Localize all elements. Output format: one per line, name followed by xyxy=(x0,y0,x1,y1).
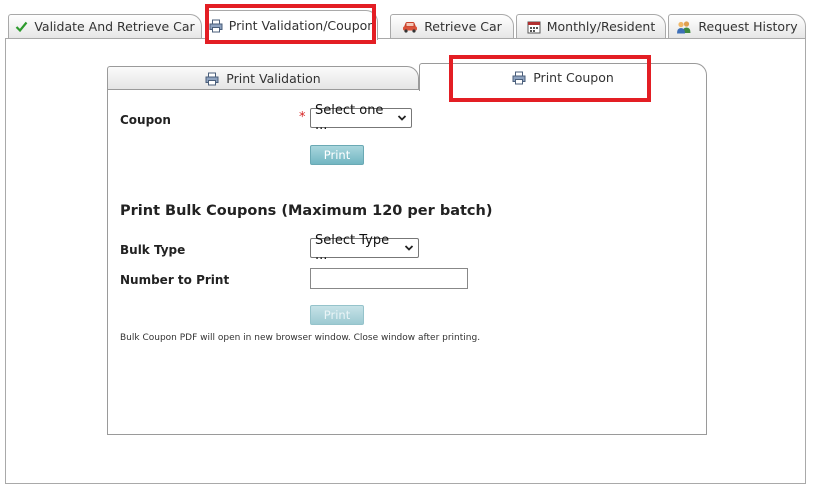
tab-print-validation-coupon[interactable]: Print Validation/Coupon xyxy=(206,10,378,40)
checkmark-icon xyxy=(15,20,28,33)
tab-request-history[interactable]: Request History xyxy=(668,14,806,38)
bulk-type-select[interactable]: Select Type ... xyxy=(310,233,419,263)
tab-label: Monthly/Resident xyxy=(546,19,656,34)
coupon-label: Coupon xyxy=(120,113,171,127)
coupon-select[interactable]: Select one ... xyxy=(310,103,412,133)
bulk-type-select-value: Select Type ... xyxy=(315,233,390,263)
print-coupon-button[interactable]: Print xyxy=(310,145,364,165)
car-icon xyxy=(402,20,418,33)
bulk-type-label: Bulk Type xyxy=(120,243,186,257)
tab-label: Print Validation xyxy=(226,71,321,86)
chevron-down-icon xyxy=(404,243,414,253)
tab-divider xyxy=(5,38,806,39)
bulk-coupons-title: Print Bulk Coupons (Maximum 120 per batc… xyxy=(120,203,493,219)
bulk-coupon-note: Bulk Coupon PDF will open in new browser… xyxy=(120,333,481,343)
tab-label: Print Validation/Coupon xyxy=(228,18,376,33)
tab-validate-and-retrieve-car[interactable]: Validate And Retrieve Car xyxy=(8,14,202,38)
tab-label: Print Coupon xyxy=(533,70,614,85)
tab-monthly-resident[interactable]: Monthly/Resident xyxy=(516,14,666,38)
printer-icon xyxy=(512,71,526,85)
tab-label: Request History xyxy=(698,19,798,34)
printer-icon xyxy=(205,72,219,86)
print-coupon-panel xyxy=(107,89,707,435)
print-bulk-button[interactable]: Print xyxy=(310,305,364,325)
coupon-select-value: Select one ... xyxy=(315,103,384,133)
tab-retrieve-car[interactable]: Retrieve Car xyxy=(390,14,514,38)
printer-icon xyxy=(209,19,223,33)
number-to-print-label: Number to Print xyxy=(120,273,230,287)
users-icon xyxy=(676,20,692,34)
tab-print-coupon[interactable]: Print Coupon xyxy=(419,63,707,91)
calendar-icon xyxy=(527,20,541,34)
tab-label: Retrieve Car xyxy=(424,19,502,34)
tab-label: Validate And Retrieve Car xyxy=(34,19,195,34)
top-tab-bar: Validate And Retrieve Car Print Validati… xyxy=(0,0,830,40)
tab-print-validation[interactable]: Print Validation xyxy=(107,66,419,90)
number-to-print-input[interactable] xyxy=(310,268,468,289)
chevron-down-icon xyxy=(397,113,407,123)
required-marker: * xyxy=(299,110,306,125)
